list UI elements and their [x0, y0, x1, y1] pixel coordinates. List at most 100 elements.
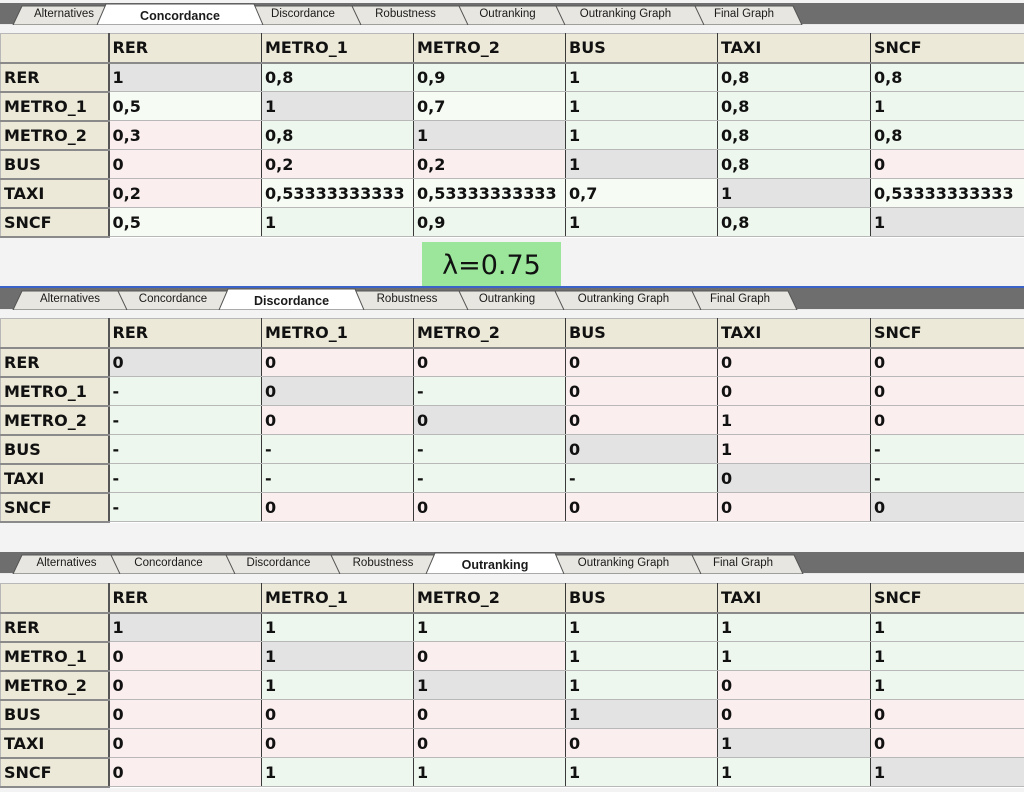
matrix-cell[interactable]: 1	[870, 612, 1024, 642]
column-header[interactable]: TAXI	[717, 33, 871, 64]
row-header[interactable]: BUS	[0, 434, 110, 465]
row-header[interactable]: SNCF	[0, 492, 110, 523]
matrix-cell[interactable]: 0,53333333333	[870, 178, 1024, 208]
row-header[interactable]: BUS	[0, 149, 110, 180]
row-header[interactable]: TAXI	[0, 728, 110, 759]
matrix-cell[interactable]: 1	[565, 62, 718, 92]
column-header[interactable]: RER	[108, 583, 262, 614]
tab-label-outranking[interactable]: Outranking	[435, 558, 555, 572]
matrix-cell[interactable]: 0	[565, 492, 718, 522]
tab-label-final-graph[interactable]: Final Graph	[692, 292, 788, 306]
matrix-cell[interactable]: 0	[565, 405, 718, 435]
matrix-cell[interactable]: 0	[413, 347, 566, 377]
column-header[interactable]: SNCF	[870, 583, 1024, 614]
matrix-cell[interactable]: 1	[565, 699, 718, 729]
matrix-cell[interactable]: 0,53333333333	[261, 178, 414, 208]
matrix-cell[interactable]: 0	[565, 347, 718, 377]
matrix-cell[interactable]: 1	[717, 178, 871, 208]
matrix-cell[interactable]: 0,8	[870, 120, 1024, 150]
matrix-cell[interactable]: 0,2	[413, 149, 566, 179]
matrix-cell[interactable]: -	[565, 463, 718, 493]
row-header[interactable]: TAXI	[0, 178, 110, 209]
column-header[interactable]: BUS	[565, 318, 718, 349]
matrix-cell[interactable]: 0,8	[870, 62, 1024, 92]
matrix-cell[interactable]: 0,9	[413, 207, 566, 237]
matrix-cell[interactable]: -	[413, 463, 566, 493]
matrix-cell[interactable]: -	[108, 492, 262, 522]
column-header[interactable]: RER	[108, 33, 262, 64]
matrix-cell[interactable]: 1	[717, 757, 871, 787]
row-header[interactable]: METRO_1	[0, 91, 110, 122]
matrix-cell[interactable]: 1	[870, 757, 1024, 787]
matrix-cell[interactable]: 0,8	[717, 149, 871, 179]
row-header[interactable]: RER	[0, 347, 110, 378]
matrix-cell[interactable]: 0,9	[413, 62, 566, 92]
matrix-cell[interactable]: 0	[108, 699, 262, 729]
matrix-cell[interactable]: -	[261, 463, 414, 493]
matrix-cell[interactable]: 0	[108, 757, 262, 787]
row-header[interactable]: METRO_1	[0, 641, 110, 672]
tab-label-robustness[interactable]: Robustness	[331, 556, 435, 570]
matrix-cell[interactable]: -	[261, 434, 414, 464]
tab-label-robustness[interactable]: Robustness	[355, 292, 459, 306]
row-header[interactable]: RER	[0, 612, 110, 643]
tab-label-concordance[interactable]: Concordance	[106, 9, 254, 23]
matrix-cell[interactable]: 0	[413, 641, 566, 671]
column-header[interactable]: BUS	[565, 583, 718, 614]
tab-label-concordance[interactable]: Concordance	[111, 556, 226, 570]
matrix-cell[interactable]: 0	[870, 347, 1024, 377]
matrix-cell[interactable]: 1	[413, 670, 566, 700]
tab-label-outranking-graph[interactable]: Outranking Graph	[555, 292, 692, 306]
matrix-cell[interactable]: 1	[413, 757, 566, 787]
matrix-cell[interactable]: 1	[565, 641, 718, 671]
matrix-cell[interactable]: 1	[565, 207, 718, 237]
matrix-cell[interactable]: 1	[565, 670, 718, 700]
matrix-cell[interactable]: 0,8	[261, 120, 414, 150]
matrix-cell[interactable]: -	[108, 376, 262, 406]
matrix-cell[interactable]: 1	[870, 641, 1024, 671]
matrix-cell[interactable]: 0	[108, 149, 262, 179]
matrix-cell[interactable]: 0,8	[717, 91, 871, 121]
row-header[interactable]: METRO_2	[0, 405, 110, 436]
matrix-cell[interactable]: 1	[565, 120, 718, 150]
column-header[interactable]: SNCF	[870, 33, 1024, 64]
column-header[interactable]: RER	[108, 318, 262, 349]
row-header[interactable]: RER	[0, 62, 110, 93]
tab-label-discordance[interactable]: Discordance	[254, 7, 352, 21]
matrix-cell[interactable]: -	[108, 463, 262, 493]
matrix-cell[interactable]: 0	[261, 492, 414, 522]
matrix-cell[interactable]: 0	[717, 347, 871, 377]
column-header[interactable]: BUS	[565, 33, 718, 64]
matrix-cell[interactable]: -	[870, 434, 1024, 464]
column-header[interactable]: TAXI	[717, 318, 871, 349]
matrix-cell[interactable]: 1	[565, 757, 718, 787]
tab-label-final-graph[interactable]: Final Graph	[695, 7, 793, 21]
matrix-cell[interactable]: -	[413, 376, 566, 406]
matrix-cell[interactable]: 1	[413, 612, 566, 642]
matrix-cell[interactable]: 1	[108, 62, 262, 92]
matrix-cell[interactable]: 1	[717, 641, 871, 671]
matrix-cell[interactable]: -	[108, 405, 262, 435]
matrix-cell[interactable]: -	[108, 434, 262, 464]
tab-label-robustness[interactable]: Robustness	[352, 7, 459, 21]
tab-label-outranking-graph[interactable]: Outranking Graph	[556, 7, 695, 21]
matrix-cell[interactable]: 1	[261, 757, 414, 787]
matrix-cell[interactable]: 0	[261, 728, 414, 758]
matrix-cell[interactable]: 0	[261, 347, 414, 377]
matrix-cell[interactable]: 0	[261, 699, 414, 729]
column-header[interactable]: SNCF	[870, 318, 1024, 349]
matrix-cell[interactable]: 0,8	[717, 120, 871, 150]
matrix-cell[interactable]: 0	[870, 699, 1024, 729]
matrix-cell[interactable]: 0	[565, 434, 718, 464]
matrix-cell[interactable]: 1	[261, 641, 414, 671]
matrix-cell[interactable]: 1	[261, 91, 414, 121]
matrix-cell[interactable]: -	[413, 434, 566, 464]
matrix-cell[interactable]: 0	[413, 699, 566, 729]
matrix-cell[interactable]: 0,7	[413, 91, 566, 121]
tab-label-outranking[interactable]: Outranking	[459, 292, 555, 306]
column-header[interactable]: METRO_1	[261, 583, 414, 614]
matrix-cell[interactable]: 0	[870, 405, 1024, 435]
row-header[interactable]: SNCF	[0, 757, 110, 788]
matrix-cell[interactable]: 0,8	[717, 62, 871, 92]
matrix-cell[interactable]: 1	[717, 728, 871, 758]
